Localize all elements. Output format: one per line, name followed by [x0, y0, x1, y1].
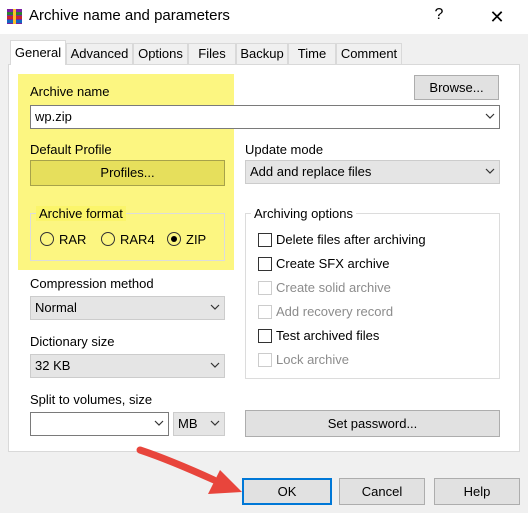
checkbox-delete-files[interactable]	[258, 233, 272, 247]
radio-zip[interactable]	[167, 232, 181, 246]
tab-files[interactable]: Files	[188, 43, 236, 64]
chevron-down-icon	[485, 168, 495, 174]
radio-zip-label: ZIP	[186, 232, 207, 247]
radio-rar4[interactable]	[101, 232, 115, 246]
update-mode-value: Add and replace files	[250, 164, 372, 179]
archive-format-title: Archive format	[36, 206, 126, 221]
checkbox-lock-archive-label: Lock archive	[276, 352, 349, 367]
ok-button[interactable]: OK	[242, 478, 332, 505]
chevron-down-icon	[154, 420, 164, 426]
default-profile-label: Default Profile	[30, 142, 112, 157]
chevron-down-icon	[210, 304, 220, 310]
checkbox-lock-archive[interactable]	[258, 353, 272, 367]
tab-options[interactable]: Options	[133, 43, 188, 64]
tab-advanced[interactable]: Advanced	[66, 43, 133, 64]
red-arrow-annotation	[136, 446, 242, 494]
chevron-down-icon	[485, 113, 495, 119]
chevron-down-icon	[210, 362, 220, 368]
checkbox-recovery-record-label: Add recovery record	[276, 304, 394, 319]
checkbox-test-files[interactable]	[258, 329, 272, 343]
checkbox-delete-files-label: Delete files after archiving	[276, 232, 426, 247]
compression-method-value: Normal	[35, 300, 77, 315]
compression-method-label: Compression method	[30, 276, 154, 291]
help-button[interactable]: Help	[434, 478, 520, 505]
archive-name-value: wp.zip	[35, 109, 72, 124]
update-mode-label: Update mode	[245, 142, 324, 157]
tab-general[interactable]: General	[10, 40, 66, 65]
checkbox-create-solid[interactable]	[258, 281, 272, 295]
archive-name-field[interactable]: wp.zip	[30, 105, 500, 129]
checkbox-create-sfx-label: Create SFX archive	[276, 256, 390, 271]
dictionary-size-label: Dictionary size	[30, 334, 115, 349]
title-bar: Archive name and parameters ? ✕	[0, 0, 528, 34]
cancel-button[interactable]: Cancel	[339, 478, 425, 505]
tab-backup[interactable]: Backup	[236, 43, 288, 64]
checkbox-recovery-record[interactable]	[258, 305, 272, 319]
split-volumes-label: Split to volumes, size	[30, 392, 153, 407]
browse-button[interactable]: Browse...	[414, 75, 499, 100]
split-unit-select[interactable]: MB	[173, 412, 225, 436]
archive-name-label: Archive name	[30, 84, 110, 99]
radio-rar[interactable]	[40, 232, 54, 246]
split-size-input[interactable]	[30, 412, 169, 436]
checkbox-test-files-label: Test archived files	[276, 328, 380, 343]
close-icon[interactable]: ✕	[484, 4, 510, 30]
radio-rar-label: RAR	[59, 232, 87, 247]
dictionary-size-value: 32 KB	[35, 358, 71, 373]
help-icon[interactable]: ?	[428, 6, 450, 28]
radio-rar4-label: RAR4	[120, 232, 155, 247]
compression-method-select[interactable]: Normal	[30, 296, 225, 320]
archiving-options-title: Archiving options	[251, 206, 356, 221]
checkbox-create-sfx[interactable]	[258, 257, 272, 271]
chevron-down-icon	[210, 420, 220, 426]
update-mode-select[interactable]: Add and replace files	[245, 160, 500, 184]
winrar-app-icon	[7, 9, 22, 24]
checkbox-create-solid-label: Create solid archive	[276, 280, 391, 295]
split-unit-value: MB	[178, 416, 198, 431]
dictionary-size-select[interactable]: 32 KB	[30, 354, 225, 378]
window-title: Archive name and parameters	[29, 7, 230, 24]
profiles-button[interactable]: Profiles...	[30, 160, 225, 186]
radio-selected-dot	[171, 236, 177, 242]
tab-comment[interactable]: Comment	[336, 43, 402, 64]
tab-time[interactable]: Time	[288, 43, 336, 64]
set-password-button[interactable]: Set password...	[245, 410, 500, 437]
